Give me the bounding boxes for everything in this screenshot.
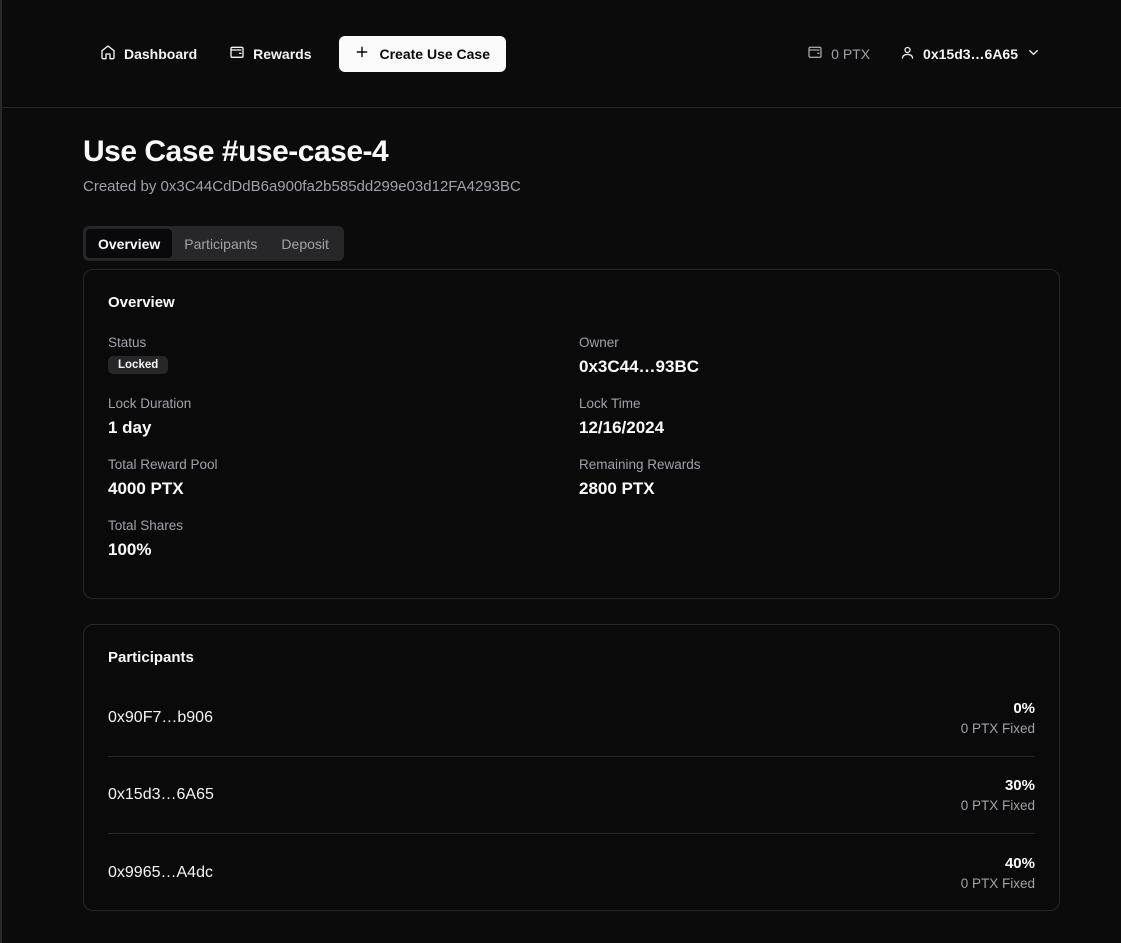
participant-row: 0x9965…A4dc 40% 0 PTX Fixed <box>108 834 1035 911</box>
total-reward-pool-value: 4000 PTX <box>108 479 184 498</box>
status-field: Status Locked <box>108 335 579 377</box>
participants-card: Participants 0x90F7…b906 0% 0 PTX Fixed … <box>83 624 1060 911</box>
wallet-icon <box>229 44 245 63</box>
remaining-rewards-label: Remaining Rewards <box>579 457 701 472</box>
participants-list: 0x90F7…b906 0% 0 PTX Fixed 0x15d3…6A65 3… <box>108 680 1035 911</box>
participant-fixed: 0 PTX Fixed <box>960 721 1035 736</box>
owner-value: 0x3C44…93BC <box>579 357 700 376</box>
owner-field: Owner 0x3C44…93BC <box>579 335 1035 377</box>
create-use-case-button[interactable]: Create Use Case <box>339 35 506 72</box>
main-content: Use Case #use-case-4 Created by 0x3C44Cd… <box>2 108 1060 911</box>
participant-address: 0x15d3…6A65 <box>108 786 214 803</box>
participant-share: 0% <box>1013 700 1035 717</box>
participant-share-info: 0% 0 PTX Fixed <box>961 700 1035 736</box>
creator-line: Created by 0x3C44CdDdB6a900fa2b585dd299e… <box>83 178 521 195</box>
total-shares-value: 100% <box>108 540 152 559</box>
lock-duration-value: 1 day <box>108 418 152 437</box>
participant-address: 0x9965…A4dc <box>108 863 213 881</box>
participant-address: 0x90F7…b906 <box>108 709 213 726</box>
participant-row: 0x90F7…b906 0% 0 PTX Fixed <box>108 680 1035 757</box>
lock-time-value: 12/16/2024 <box>579 418 665 437</box>
remaining-rewards-value: 2800 PTX <box>579 479 655 498</box>
lock-time-field: Lock Time 12/16/2024 <box>579 396 1035 438</box>
page-title: Use Case #use-case-4 <box>83 135 389 168</box>
overview-card: Overview Status Locked Owner 0x3C44…93BC… <box>83 269 1060 599</box>
overview-card-title: Overview <box>108 294 175 311</box>
account-dropdown[interactable]: 0x15d3…6A65 <box>900 45 1041 63</box>
total-reward-pool-label: Total Reward Pool <box>108 457 218 472</box>
lock-duration-label: Lock Duration <box>108 396 192 411</box>
main-nav: Dashboard Rewards Create Use Case <box>88 35 506 72</box>
tab-overview[interactable]: Overview <box>86 229 173 258</box>
participant-share-info: 30% 0 PTX Fixed <box>961 777 1035 813</box>
create-use-case-label: Create Use Case <box>379 45 490 62</box>
overview-grid: Status Locked Owner 0x3C44…93BC Lock Dur… <box>108 335 1035 560</box>
tab-deposit[interactable]: Deposit <box>269 229 340 258</box>
lock-time-label: Lock Time <box>579 396 641 411</box>
participant-row: 0x15d3…6A65 30% 0 PTX Fixed <box>108 757 1035 834</box>
total-reward-pool-field: Total Reward Pool 4000 PTX <box>108 457 579 499</box>
user-icon <box>900 45 915 63</box>
remaining-rewards-field: Remaining Rewards 2800 PTX <box>579 457 1035 499</box>
owner-label: Owner <box>579 335 619 350</box>
participant-fixed: 0 PTX Fixed <box>960 798 1035 813</box>
status-badge: Locked <box>108 356 169 374</box>
nav-rewards-label: Rewards <box>253 45 312 62</box>
participant-fixed: 0 PTX Fixed <box>960 875 1035 891</box>
tab-list: Overview Participants Deposit <box>83 226 344 261</box>
lock-duration-field: Lock Duration 1 day <box>108 396 579 438</box>
wallet-balance: 0 PTX <box>807 44 870 63</box>
top-navbar: Dashboard Rewards Create Use Case 0 PTX … <box>2 0 1121 108</box>
app-frame: Dashboard Rewards Create Use Case 0 PTX … <box>0 0 1121 943</box>
total-shares-label: Total Shares <box>108 518 184 533</box>
chevron-down-icon <box>1026 45 1041 63</box>
tab-participants[interactable]: Participants <box>172 229 269 258</box>
nav-rewards[interactable]: Rewards <box>217 36 323 72</box>
participants-card-title: Participants <box>108 649 194 666</box>
account-area: 0 PTX 0x15d3…6A65 <box>807 44 1041 63</box>
nav-dashboard-label: Dashboard <box>124 45 198 62</box>
participant-share-info: 40% 0 PTX Fixed <box>961 855 1035 891</box>
total-shares-field: Total Shares 100% <box>108 518 579 560</box>
participant-share: 40% <box>1004 854 1035 872</box>
wallet-balance-icon <box>807 44 823 63</box>
home-icon <box>100 44 116 63</box>
account-address: 0x15d3…6A65 <box>923 45 1018 62</box>
wallet-balance-value: 0 PTX <box>831 45 871 62</box>
plus-icon <box>355 45 369 62</box>
status-label: Status <box>108 335 147 350</box>
nav-dashboard[interactable]: Dashboard <box>88 36 209 72</box>
participant-share: 30% <box>1004 777 1035 794</box>
